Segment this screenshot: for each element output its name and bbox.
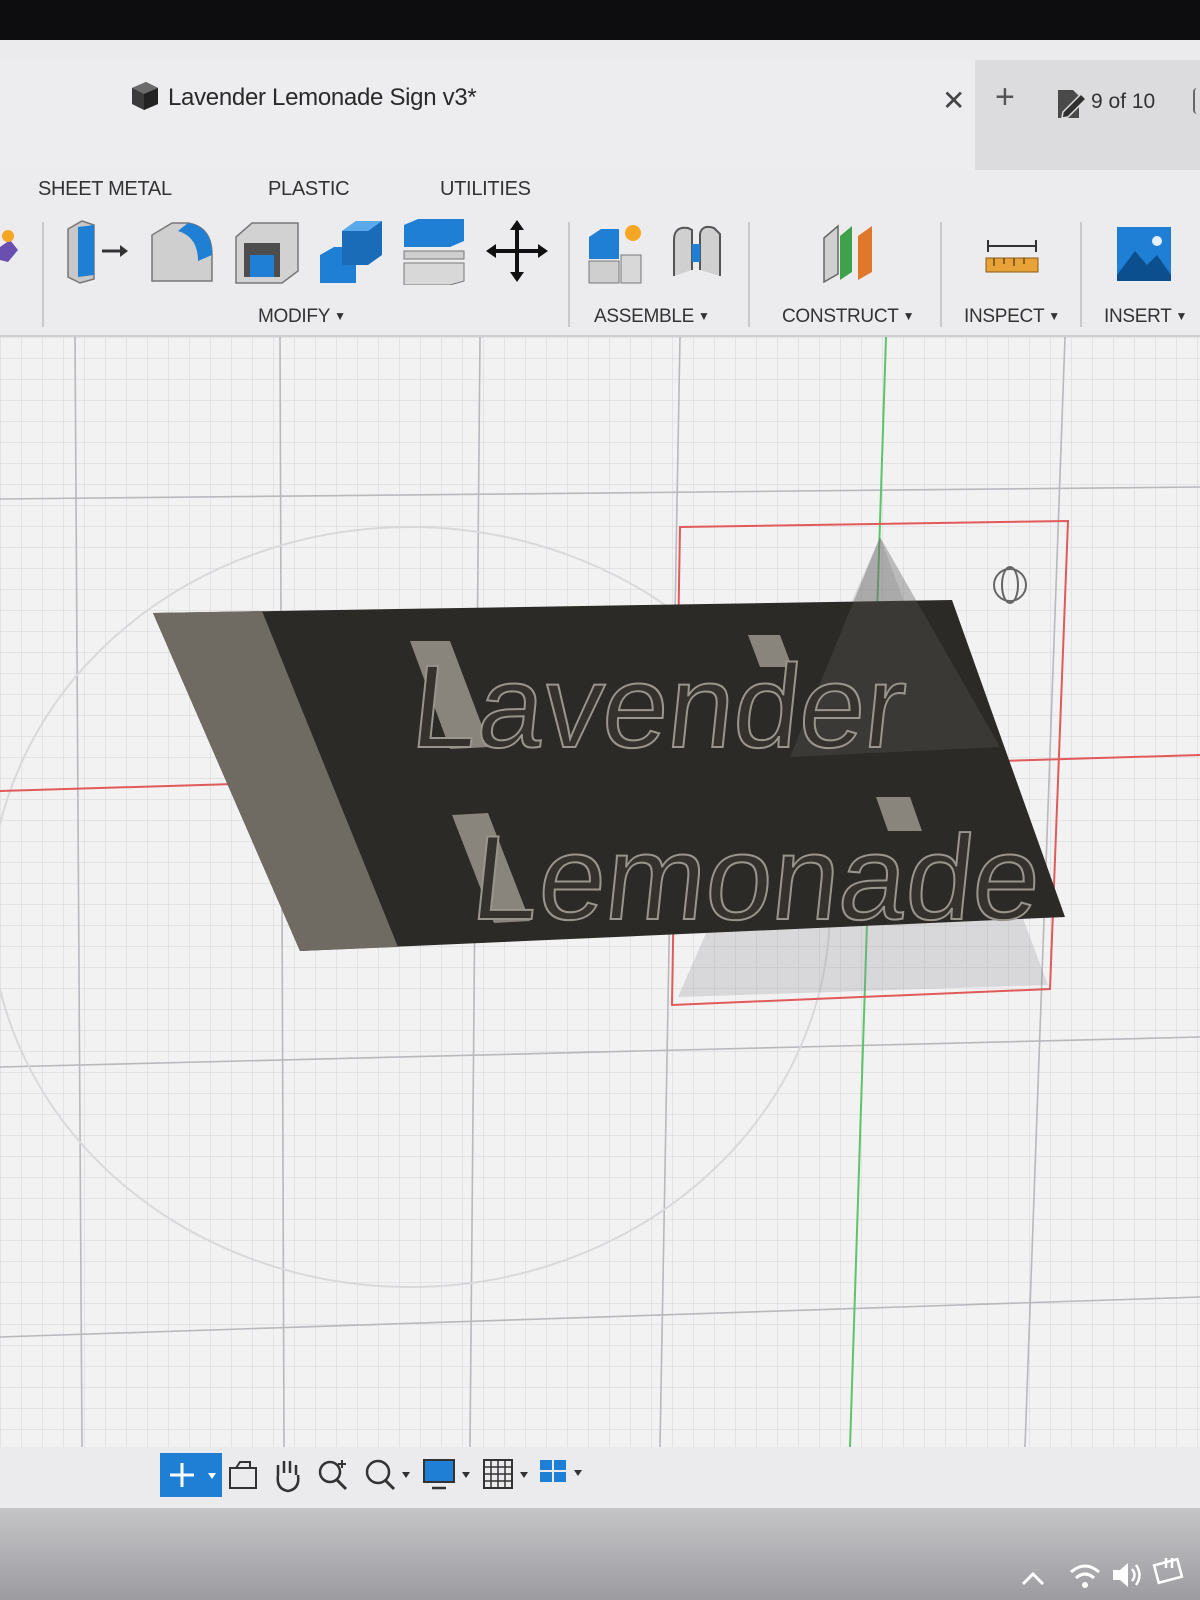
chevron-down-icon: ▼	[334, 309, 346, 323]
fit-icon[interactable]	[362, 1456, 414, 1492]
chevron-down-icon: ▼	[902, 309, 915, 323]
modify-menu[interactable]: MODIFY ▼	[258, 306, 346, 328]
viewports-icon[interactable]	[538, 1456, 594, 1492]
toolbar-separator	[42, 222, 44, 327]
pan-icon[interactable]	[270, 1455, 306, 1493]
version-history-icon[interactable]	[1055, 88, 1089, 120]
chevron-down-icon: ▼	[1175, 309, 1188, 323]
inspect-label: INSPECT	[964, 306, 1045, 327]
toolbar-separator	[1080, 222, 1082, 327]
measure-icon[interactable]	[984, 238, 1040, 278]
toolbar-separator	[568, 222, 570, 327]
chevron-down-icon: ▼	[1048, 309, 1060, 323]
model-text-line2: Lemonade	[466, 811, 1047, 945]
move-icon[interactable]	[484, 218, 550, 284]
model-text-line1: Lavender	[406, 641, 912, 773]
assemble-label: ASSEMBLE	[594, 306, 695, 327]
look-at-icon[interactable]	[226, 1458, 260, 1492]
viewport-scene: Lavender Lemonade	[0, 337, 1200, 1447]
tab-plastic[interactable]: PLASTIC	[268, 178, 350, 201]
grid-settings-icon[interactable]	[482, 1456, 536, 1492]
document-title: Lavender Lemonade Sign v3*	[168, 84, 477, 111]
tab-utilities[interactable]: UTILITIES	[440, 178, 531, 201]
construct-label: CONSTRUCT	[782, 306, 899, 327]
create-icon[interactable]	[0, 222, 20, 282]
battery-icon[interactable]	[1152, 1556, 1186, 1586]
press-pull-icon[interactable]	[64, 215, 130, 285]
insert-menu[interactable]: INSERT ▼	[1104, 306, 1187, 328]
insert-label: INSERT	[1104, 306, 1172, 327]
new-component-icon[interactable]	[585, 215, 651, 285]
new-tab-icon[interactable]: +	[995, 78, 1015, 117]
toolbar-separator	[940, 222, 942, 327]
profile-edge-icon	[1193, 88, 1200, 114]
zoom-icon[interactable]	[316, 1456, 352, 1492]
design-document-icon	[132, 82, 158, 110]
modify-label: MODIFY	[258, 306, 331, 327]
chevron-down-icon: ▼	[698, 309, 710, 323]
wifi-icon[interactable]	[1068, 1560, 1102, 1590]
canvas-viewport[interactable]: Lavender Lemonade	[0, 337, 1200, 1447]
replace-face-icon[interactable]	[400, 215, 468, 285]
joint-icon[interactable]	[668, 220, 726, 282]
inspect-menu[interactable]: INSPECT ▼	[964, 306, 1060, 328]
assemble-menu[interactable]: ASSEMBLE ▼	[594, 306, 710, 328]
navigation-bar	[150, 1450, 610, 1510]
tab-sheet-metal[interactable]: SHEET METAL	[38, 178, 172, 201]
volume-icon[interactable]	[1110, 1560, 1144, 1590]
insert-image-icon[interactable]	[1115, 225, 1173, 283]
chevron-up-icon[interactable]	[1020, 1568, 1046, 1588]
construct-menu[interactable]: CONSTRUCT ▼	[782, 306, 914, 328]
orbit-icon[interactable]	[160, 1453, 222, 1497]
document-tab[interactable]	[0, 60, 975, 170]
display-settings-icon[interactable]	[422, 1456, 476, 1492]
fillet-icon[interactable]	[148, 215, 216, 285]
combine-icon[interactable]	[316, 215, 386, 285]
shell-icon[interactable]	[232, 215, 302, 285]
offset-plane-icon[interactable]	[818, 218, 882, 284]
version-counter[interactable]: 9 of 10	[1091, 90, 1155, 114]
close-icon[interactable]: ✕	[942, 84, 965, 117]
toolbar-separator	[748, 222, 750, 327]
